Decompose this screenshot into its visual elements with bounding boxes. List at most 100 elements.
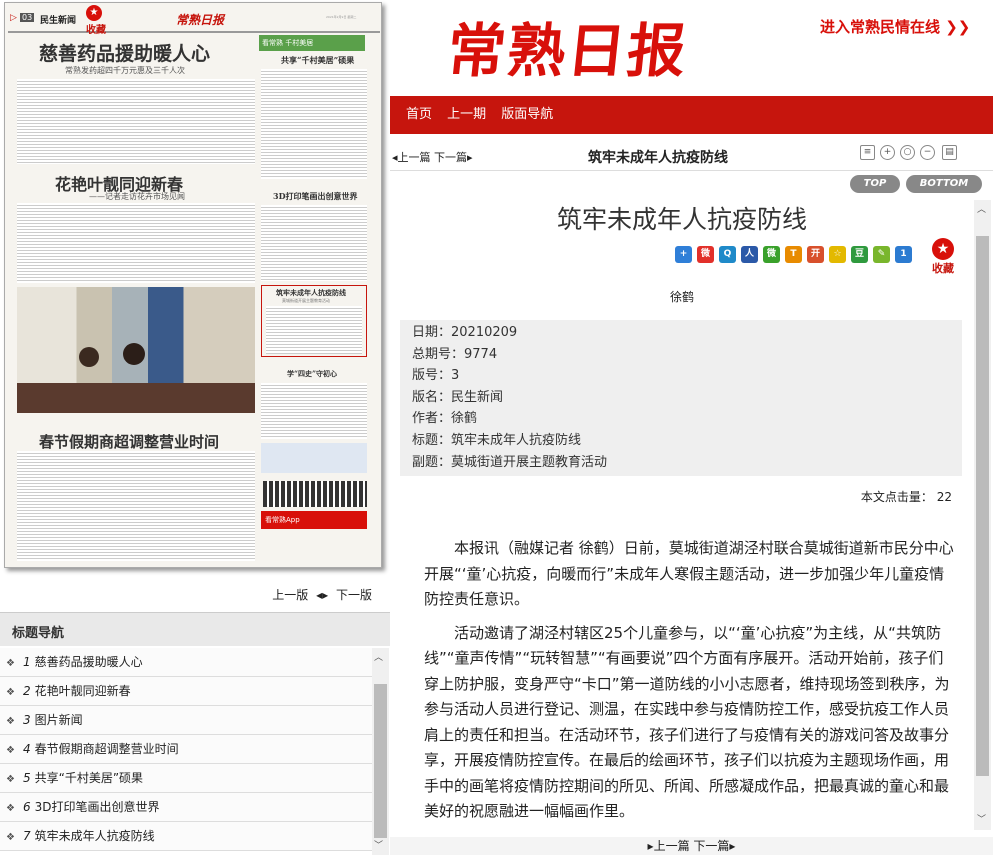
prev-next-arrows-icon: ◂▸	[316, 588, 329, 602]
scroll-thumb[interactable]	[374, 684, 387, 838]
star-icon[interactable]: ★	[86, 5, 102, 21]
site-menu-bar: 首页 上一期 版面导航	[390, 96, 993, 134]
meta-row: 版名：民生新闻	[412, 387, 950, 409]
article-paragraph: 活动邀请了湖泾村辖区25个儿童参与，以“‘童’心抗疫”为主线，从“共筑防线”“童…	[424, 623, 950, 821]
site-logo[interactable]: 常熟日报	[444, 4, 693, 88]
bottom-next-link[interactable]: 下一篇	[693, 839, 729, 853]
share-plus-icon[interactable]: +	[675, 246, 692, 263]
bottom-label: BOTTOM	[919, 178, 969, 189]
nav-item[interactable]: ❖ 2 花艳叶靓同迎新春	[0, 677, 372, 706]
paper-subhead-1: 常熟发药超四千万元惠及三千人次	[65, 66, 185, 75]
menu-home[interactable]: 首页	[406, 96, 432, 134]
tqq-icon[interactable]: T	[785, 246, 802, 263]
nav-item[interactable]: ❖ 4 春节假期商超调整营业时间	[0, 735, 372, 764]
paper-headline-3[interactable]: 春节假期商超调整营业时间	[39, 431, 219, 452]
paper-right-headline-2[interactable]: 3D打印笔画出创意世界	[273, 191, 358, 202]
paper-text-block	[17, 451, 255, 561]
nav-item-title[interactable]: 图片新闻	[35, 713, 83, 727]
top-button[interactable]: TOP	[850, 175, 900, 193]
wechat-icon[interactable]: 微	[763, 246, 780, 263]
paper-info-box	[261, 443, 367, 473]
meta-key: 版名：	[412, 389, 452, 405]
bookmark-icon[interactable]: ✎	[873, 246, 890, 263]
meta-value: 3	[451, 368, 460, 384]
scroll-up-icon[interactable]: ︿	[374, 650, 383, 663]
nav-item-title[interactable]: 筑牢未成年人抗疫防线	[35, 829, 155, 843]
meta-value: 9774	[464, 346, 498, 362]
fav-label[interactable]: 收藏	[86, 21, 106, 36]
bottom-prev-link[interactable]: 上一篇	[654, 839, 690, 853]
scroll-thumb[interactable]	[976, 236, 989, 776]
nav-item[interactable]: ❖ 1 慈善药品援助暖人心	[0, 648, 372, 677]
meta-key: 标题：	[412, 432, 452, 448]
print-icon[interactable]: ▤	[942, 145, 957, 160]
nav-item-title[interactable]: 慈善药品援助暖人心	[35, 655, 143, 669]
nav-item[interactable]: ❖ 5 共享“千村美居”硕果	[0, 764, 372, 793]
menu-prev-issue[interactable]: 上一期	[447, 96, 486, 134]
paper-text-block	[261, 383, 367, 439]
person-figure	[79, 347, 99, 367]
meta-row: 日期：20210209	[412, 322, 950, 344]
paper-right-headline-4[interactable]: 学“四史”守初心	[287, 369, 337, 379]
click-count: 本文点击量： 22	[860, 490, 952, 504]
title-nav-list: ❖ 1 慈善药品援助暖人心 ❖ 2 花艳叶靓同迎新春 ❖ 3 图片新闻 ❖ 4 春节假期商超调整营业时…	[0, 648, 372, 855]
highlighted-article-box[interactable]: 筑牢未成年人抗疫防线 莫城街道开展主题教育活动	[261, 285, 367, 357]
menu-page-nav[interactable]: 版面导航	[501, 96, 553, 134]
paper-right-subhead-3: 莫城街道开展主题教育活动	[282, 298, 330, 303]
qzone-icon[interactable]: Q	[719, 246, 736, 263]
nav-scrollbar[interactable]: ︿ ﹀	[372, 648, 389, 855]
scroll-down-icon[interactable]: ﹀	[374, 838, 383, 851]
newspaper-page-image[interactable]: ▷ 03 民生新闻 ★ 收藏 常熟日报 2021年2月9日 星期二 慈善药品援助…	[4, 2, 382, 568]
zoom-in-icon[interactable]: +	[880, 145, 895, 160]
nav-item-title[interactable]: 共享“千村美居”硕果	[35, 771, 143, 785]
meta-row: 标题：筑牢未成年人抗疫防线	[412, 430, 950, 452]
count-icon[interactable]: 1	[895, 246, 912, 263]
article-scrollbar[interactable]: ︿ ﹀	[974, 200, 991, 830]
page-pager: 上一版 ◂▸ 下一版	[0, 586, 390, 606]
paper-ad[interactable]: 看常熟App	[261, 511, 367, 529]
scroll-down-icon[interactable]: ﹀	[977, 812, 986, 825]
arrow-right-icon: ▸	[729, 839, 736, 853]
document-icon[interactable]: ≡	[860, 145, 875, 160]
prev-page-link[interactable]: 上一版	[272, 588, 308, 602]
bottom-button[interactable]: BOTTOM	[906, 175, 982, 193]
paper-text-block	[17, 203, 255, 283]
renren-icon[interactable]: 人	[741, 246, 758, 263]
paper-photo[interactable]	[17, 287, 255, 413]
diamond-icon: ❖	[6, 803, 15, 814]
nav-item-number: 2	[22, 684, 31, 698]
article-fav[interactable]: ★ 收藏	[930, 238, 956, 276]
paper-right-headline-1[interactable]: 共享“千村美居”硕果	[281, 55, 354, 66]
toolbar-prev-link[interactable]: 上一篇	[398, 151, 431, 164]
diamond-icon: ❖	[6, 832, 15, 843]
meta-row: 总期号：9774	[412, 344, 950, 366]
meta-key: 副题：	[412, 454, 452, 470]
scroll-up-icon[interactable]: ︿	[977, 202, 986, 215]
next-page-link[interactable]: 下一版	[336, 588, 372, 602]
meta-row: 版号：3	[412, 365, 950, 387]
enter-minqing-link[interactable]: 进入常熟民情在线 ❯❯	[820, 16, 970, 37]
diamond-icon: ❖	[6, 687, 15, 698]
kaixin-icon[interactable]: 开	[807, 246, 824, 263]
paper-headline-1[interactable]: 慈善药品援助暖人心	[39, 39, 210, 66]
diamond-icon: ❖	[6, 658, 15, 669]
nav-item[interactable]: ❖ 7 筑牢未成年人抗疫防线	[0, 822, 372, 851]
nav-item[interactable]: ❖ 3 图片新闻	[0, 706, 372, 735]
paper-banner: 看常熟 千村美居	[259, 35, 365, 51]
nav-item[interactable]: ❖ 6 3D打印笔画出创意世界	[0, 793, 372, 822]
meta-value: 莫城街道开展主题教育活动	[451, 454, 608, 470]
meta-key: 版号：	[412, 368, 452, 384]
nav-item-title[interactable]: 3D打印笔画出创意世界	[35, 800, 160, 814]
zoom-out-icon[interactable]: −	[920, 145, 935, 160]
weibo-icon[interactable]: 微	[697, 246, 714, 263]
toolbar-next-link[interactable]: 下一篇	[434, 151, 467, 164]
meta-row: 副题：莫城街道开展主题教育活动	[412, 452, 950, 474]
article-title: 筑牢未成年人抗疫防线	[556, 205, 807, 234]
baidu-icon[interactable]: ☆	[829, 246, 846, 263]
douban-icon[interactable]: 豆	[851, 246, 868, 263]
zoom-reset-icon[interactable]: ○	[900, 145, 915, 160]
nav-item-title[interactable]: 花艳叶靓同迎新春	[35, 684, 131, 698]
nav-item-number: 3	[22, 713, 31, 727]
article-paragraph: 本报讯（融媒记者 徐鹤）日前，莫城街道湖泾村联合莫城街道新市民分中心开展“‘童’…	[424, 539, 954, 608]
nav-item-title[interactable]: 春节假期商超调整营业时间	[35, 742, 179, 756]
